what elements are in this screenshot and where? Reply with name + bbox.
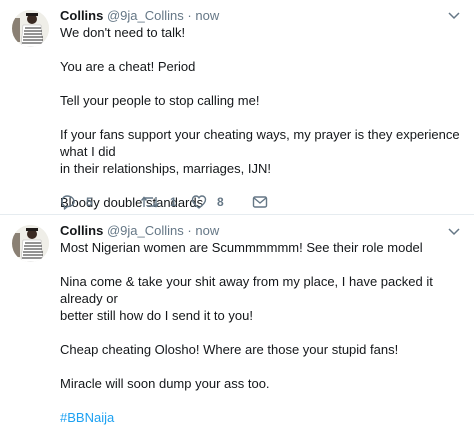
- separator: ·: [187, 223, 192, 238]
- tweet-line: Tell your people to stop calling me!: [60, 93, 260, 108]
- tweet-line: better still how do I send it to you!: [60, 308, 253, 323]
- tweet-header: Collins @9ja_Collins · now: [60, 8, 219, 24]
- tweet-line: You are a cheat! Period: [60, 59, 196, 74]
- author-name[interactable]: Collins: [60, 8, 103, 23]
- tweet-line: If your fans support your cheating ways,…: [60, 127, 460, 159]
- tweet-line: Cheap cheating Olosho! Where are those y…: [60, 342, 399, 357]
- retweet-count: 1: [170, 195, 177, 209]
- chevron-down-icon[interactable]: [448, 228, 460, 236]
- tweet-text: Most Nigerian women are Scummmmmm! See t…: [60, 239, 460, 426]
- timestamp[interactable]: now: [195, 8, 219, 23]
- author-name[interactable]: Collins: [60, 223, 103, 238]
- like-button[interactable]: 8: [191, 193, 224, 211]
- tweet-line: Nina come & take your shit away from my …: [60, 274, 433, 306]
- retweet-icon: [140, 196, 160, 208]
- hashtag-link[interactable]: #BBNaija: [60, 409, 460, 426]
- tweet-1[interactable]: Collins @9ja_Collins · now We don't need…: [0, 0, 474, 215]
- tweet-line: We don't need to talk!: [60, 25, 186, 40]
- share-dm-icon: [252, 196, 268, 208]
- avatar-image: [12, 225, 49, 262]
- share-button[interactable]: [252, 193, 268, 211]
- retweet-button[interactable]: 1: [140, 193, 177, 211]
- reply-count: 5: [86, 195, 93, 209]
- like-count: 8: [217, 195, 224, 209]
- avatar[interactable]: [12, 225, 49, 262]
- tweet-2[interactable]: Collins @9ja_Collins · now Most Nigerian…: [0, 215, 474, 425]
- timestamp[interactable]: now: [195, 223, 219, 238]
- author-handle[interactable]: @9ja_Collins: [107, 223, 184, 238]
- tweet-text: We don't need to talk! You are a cheat! …: [60, 24, 460, 211]
- like-icon: [191, 195, 207, 209]
- tweet-line: in their relationships, marriages, IJN!: [60, 161, 271, 176]
- avatar[interactable]: [12, 10, 49, 47]
- author-handle[interactable]: @9ja_Collins: [107, 8, 184, 23]
- tweet-line: Most Nigerian women are Scummmmmm! See t…: [60, 240, 423, 255]
- avatar-image: [12, 10, 49, 47]
- reply-button[interactable]: 5: [60, 193, 93, 211]
- tweet-line: Miracle will soon dump your ass too.: [60, 376, 270, 391]
- chevron-down-icon[interactable]: [448, 12, 460, 20]
- separator: ·: [187, 8, 192, 23]
- tweet-header: Collins @9ja_Collins · now: [60, 223, 219, 239]
- reply-icon: [61, 195, 75, 210]
